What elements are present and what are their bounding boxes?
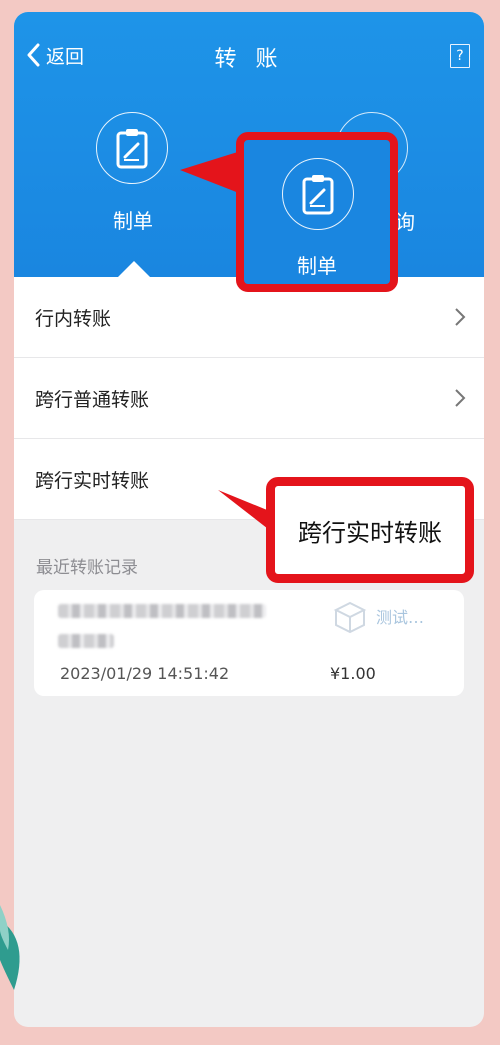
callout-zhidan-highlight: 制单	[236, 132, 398, 292]
callout-circle	[282, 158, 354, 230]
callout-realtime-transfer: 跨行实时转账	[266, 477, 474, 583]
arrow-to-tab	[180, 150, 244, 195]
arrow-to-realtime	[218, 490, 272, 532]
clipboard-edit-icon	[302, 175, 334, 215]
decorative-leaf-icon	[0, 905, 20, 990]
callout-tab-label: 制单	[297, 254, 337, 278]
